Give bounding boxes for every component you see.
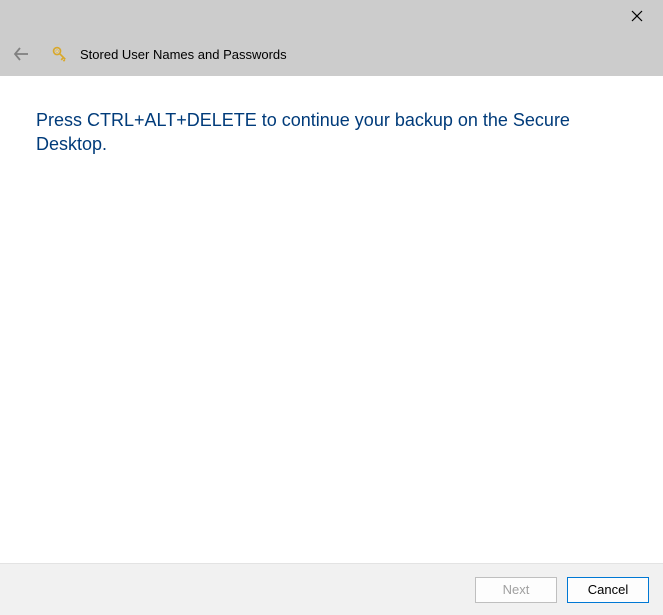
back-arrow-icon: [12, 45, 30, 63]
wizard-footer: Next Cancel: [0, 563, 663, 615]
back-button[interactable]: [10, 43, 32, 65]
close-icon: [631, 10, 643, 22]
close-button[interactable]: [623, 2, 651, 30]
next-button: Next: [475, 577, 557, 603]
instruction-text: Press CTRL+ALT+DELETE to continue your b…: [36, 108, 616, 157]
wizard-header: Stored User Names and Passwords: [0, 32, 663, 76]
cancel-button[interactable]: Cancel: [567, 577, 649, 603]
window-titlebar: [0, 0, 663, 32]
key-icon: [50, 44, 70, 64]
page-title: Stored User Names and Passwords: [80, 47, 287, 62]
content-area: Press CTRL+ALT+DELETE to continue your b…: [0, 76, 663, 563]
